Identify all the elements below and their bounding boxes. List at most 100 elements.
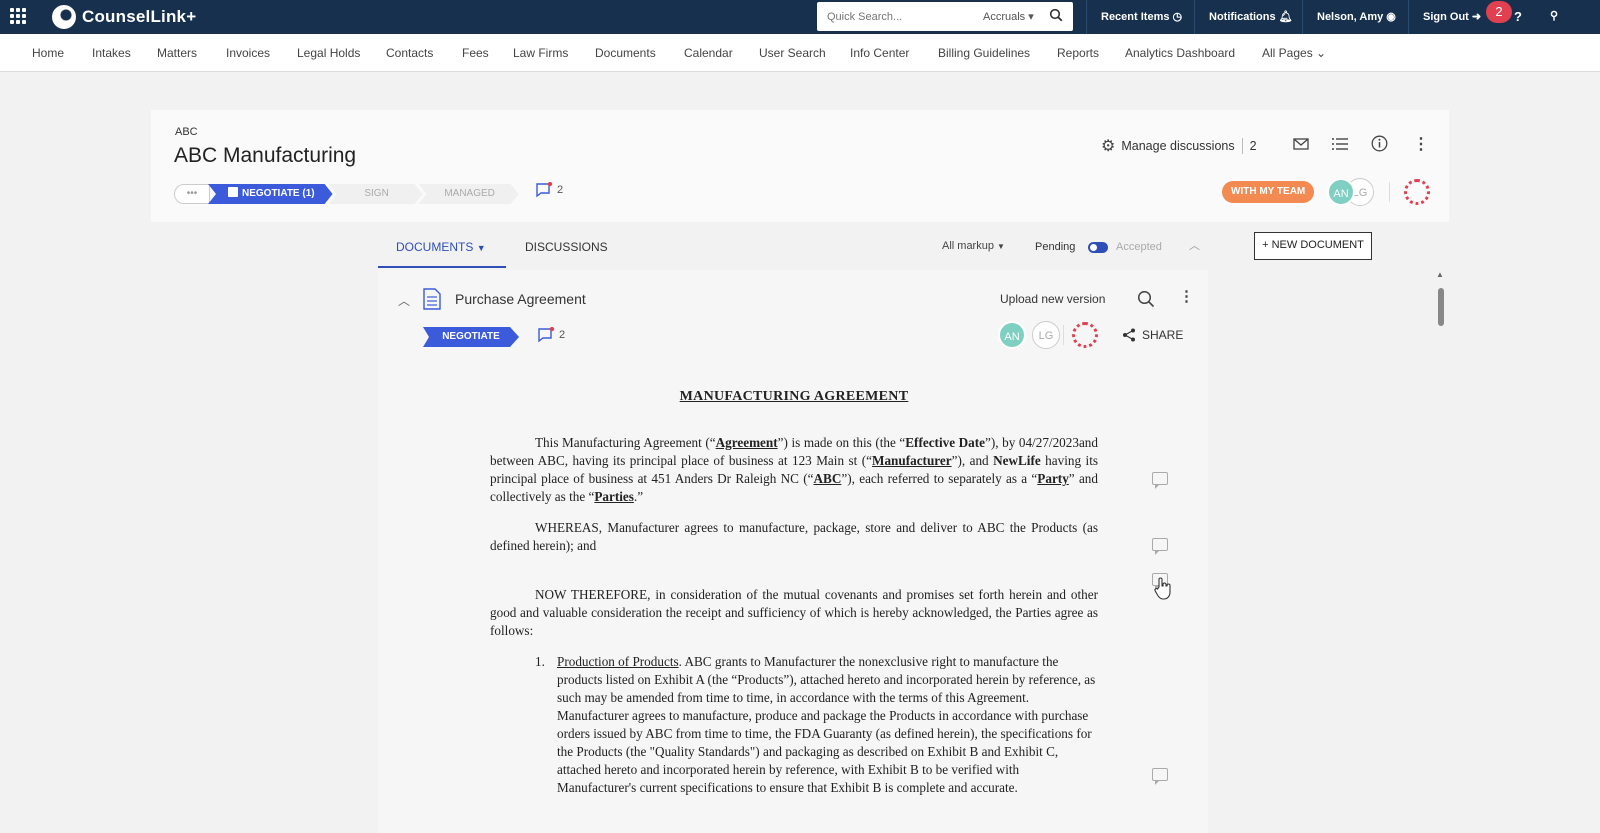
collapse-chevron-icon[interactable]: ︿ [1189,237,1200,253]
avatar[interactable]: AN [998,321,1026,349]
nav-intakes[interactable]: Intakes [92,46,131,60]
logo-icon [52,5,76,29]
clause-list: 1. Production of Products. ABC grants to … [535,653,1098,797]
tab-documents-label: DOCUMENTS [396,240,474,254]
nav-documents[interactable]: Documents [595,46,656,60]
nav-billing-guidelines[interactable]: Billing Guidelines [938,46,1030,60]
caret-down-icon: ▼ [997,242,1005,251]
matter-eyebrow: ABC [175,126,198,138]
nav-fees[interactable]: Fees [462,46,489,60]
workflow-status-icon[interactable] [1072,322,1098,348]
text-run: ”), each referred to separately as a “ [841,471,1038,486]
app-name: CounselLink+ [82,7,197,26]
search-input[interactable] [817,3,967,30]
location-pin-icon[interactable]: ⚲ [1550,9,1558,22]
scrollbar-thumb[interactable] [1438,288,1444,326]
user-menu-button[interactable]: Nelson, Amy ◉ [1317,10,1396,23]
discussion-count: 2 [559,329,566,341]
nav-home[interactable]: Home [32,46,64,60]
nav-calendar[interactable]: Calendar [684,46,733,60]
manage-discussions-button[interactable]: ⚙ Manage discussions 2 [1101,136,1257,156]
more-options-icon[interactable]: ⋮ [1413,134,1429,154]
scrollbar[interactable]: ▲ [1436,270,1446,833]
tab-discussions[interactable]: DISCUSSIONS [525,240,608,254]
sign-out-icon: ➜ [1471,11,1482,23]
app-launcher-icon[interactable] [10,8,26,24]
document-paragraph: NOW THEREFORE, in consideration of the m… [490,587,1098,638]
list-icon[interactable] [1332,137,1348,151]
nav-reports[interactable]: Reports [1057,46,1099,60]
document-discussions-button[interactable]: 2 [537,327,565,343]
app-logo[interactable]: CounselLink+ [52,5,196,29]
clause-item: 1. Production of Products. ABC grants to … [535,653,1098,797]
markup-filter-select[interactable]: All markup ▼ [942,240,1005,252]
recent-items-button[interactable]: Recent Items ◷ [1101,10,1182,23]
collapse-document-icon[interactable]: ︿ [398,292,410,309]
document-tabs: DOCUMENTS ▼ DISCUSSIONS All markup ▼ Pen… [378,229,1208,269]
notifications-label: Notifications [1209,11,1276,23]
share-label: SHARE [1142,328,1184,342]
info-icon[interactable] [1371,135,1388,152]
tab-documents[interactable]: DOCUMENTS ▼ [396,240,486,254]
party-name: NewLife [993,453,1041,468]
nav-invoices[interactable]: Invoices [226,46,270,60]
share-icon [1123,328,1135,342]
divider [1063,325,1064,345]
matter-discussions-button[interactable]: 2 [535,182,563,198]
caret-down-icon: ▼ [476,243,486,253]
matter-header: ABC ABC Manufacturing ••• NEGOTIATE (1) … [151,110,1449,222]
text-run: ”), and [951,453,994,468]
search-icon[interactable] [1049,8,1063,22]
manage-discussions-count: 2 [1249,139,1257,153]
nav-user-search[interactable]: User Search [759,46,826,60]
new-document-button[interactable]: + NEW DOCUMENT [1254,232,1372,260]
document-paragraph: This Manufacturing Agreement (“Agreement… [490,434,1098,506]
defined-term: Parties [594,489,634,504]
stage-managed[interactable]: MANAGED [419,184,519,204]
document-more-icon[interactable]: ⋮ [1179,287,1194,305]
divider [1194,0,1195,34]
add-comment-icon[interactable] [1152,768,1168,785]
add-comment-icon[interactable] [1152,538,1168,555]
gear-icon: ⚙ [1101,138,1116,155]
help-icon[interactable]: ? [1514,9,1522,24]
search-scope-select[interactable]: Accruals ▾ [983,10,1034,23]
nav-contacts[interactable]: Contacts [386,46,433,60]
nav-legal-holds[interactable]: Legal Holds [297,46,360,60]
share-button[interactable]: SHARE [1122,328,1183,342]
text-run: ”) is made on this (the “ [777,435,906,450]
workflow-status-icon[interactable] [1404,179,1430,205]
nav-all-pages[interactable]: All Pages ⌄ [1262,46,1326,60]
pending-accepted-toggle[interactable] [1088,242,1108,253]
avatar[interactable]: AN [1327,178,1355,206]
hand-cursor-icon [1154,577,1171,600]
markup-filter-label: All markup [942,240,994,252]
scroll-up-icon[interactable]: ▲ [1436,270,1444,279]
stage-more-button[interactable]: ••• [174,184,210,204]
notifications-button[interactable]: Notifications 🔔︎ [1209,10,1293,23]
sign-out-button[interactable]: Sign Out ➜ [1423,10,1481,23]
word-doc-icon [228,187,238,197]
discussion-icon [538,327,555,343]
notification-badge: 2 [1486,1,1512,23]
add-comment-icon[interactable] [1152,472,1168,489]
nav-analytics-dashboard[interactable]: Analytics Dashboard [1125,46,1235,60]
stage-negotiate[interactable]: NEGOTIATE (1) [208,184,333,204]
avatar[interactable]: LG [1032,321,1060,349]
nav-info-center[interactable]: Info Center [850,46,909,60]
team-status-badge[interactable]: WITH MY TEAM [1222,181,1315,203]
user-icon: ◉ [1386,11,1396,23]
stage-sign[interactable]: SIGN [329,184,423,204]
document-title[interactable]: Purchase Agreement [455,291,586,307]
document-heading: MANUFACTURING AGREEMENT [679,389,909,404]
top-bar: CounselLink+ Accruals ▾ Recent Items ◷ N… [0,0,1600,34]
pending-label: Pending [1035,241,1076,253]
search-document-icon[interactable] [1137,290,1155,308]
recent-items-label: Recent Items [1101,11,1170,23]
mail-icon[interactable] [1293,138,1309,150]
nav-law-firms[interactable]: Law Firms [513,46,568,60]
document-body: MANUFACTURING AGREEMENT This Manufacturi… [490,388,1098,797]
document-stage-badge[interactable]: NEGOTIATE [423,327,519,347]
upload-new-version-button[interactable]: Upload new version [1000,292,1105,306]
nav-matters[interactable]: Matters [157,46,197,60]
